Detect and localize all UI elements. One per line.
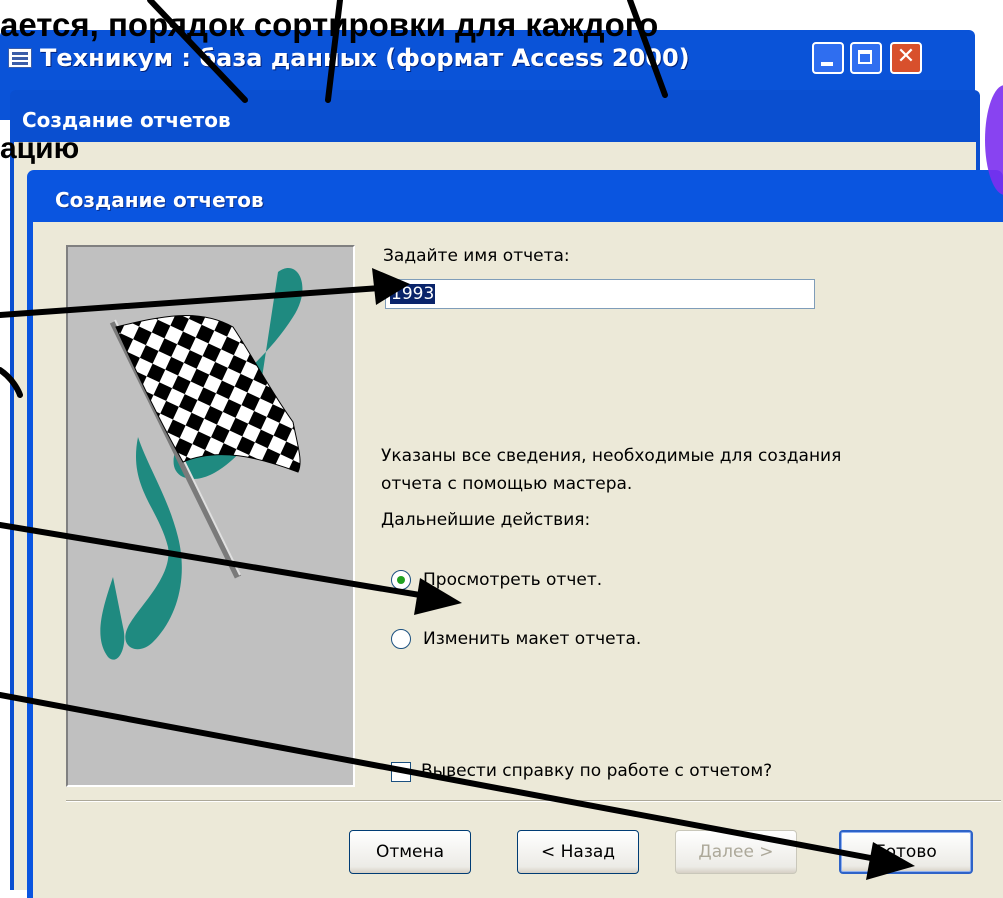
cancel-button[interactable]: Отмена xyxy=(349,830,471,874)
next-actions-label: Дальнейшие действия: xyxy=(381,510,591,530)
minimize-button[interactable] xyxy=(812,42,844,74)
modify-layout-label[interactable]: Изменить макет отчета. xyxy=(423,629,641,649)
checkered-flag-icon xyxy=(100,268,303,660)
preview-report-radio[interactable] xyxy=(391,570,411,590)
background-window-title: Техникум : база данных (формат Access 20… xyxy=(40,44,690,72)
next-button[interactable]: Далее > xyxy=(675,830,797,874)
report-name-input[interactable]: 1993 xyxy=(385,279,815,309)
modify-layout-radio[interactable] xyxy=(391,629,411,649)
maximize-button[interactable] xyxy=(850,42,882,74)
back-button[interactable]: < Назад xyxy=(517,830,639,874)
help-checkbox-label[interactable]: Вывести справку по работе с отчетом? xyxy=(421,761,772,781)
middle-window-title: Создание отчетов xyxy=(22,108,231,132)
report-name-value: 1993 xyxy=(390,284,436,304)
report-name-label: Задайте имя отчета: xyxy=(383,246,570,266)
dialog-title: Создание отчетов xyxy=(55,188,264,212)
help-checkbox[interactable] xyxy=(391,762,411,782)
info-text-line2: отчета с помощью мастера. xyxy=(381,474,633,494)
report-wizard-dialog: Создание отчетов Задайте имя отчета: 199… xyxy=(27,170,1003,898)
separator-line xyxy=(66,800,1001,802)
close-button[interactable]: ✕ xyxy=(890,42,922,74)
database-icon xyxy=(8,48,32,68)
info-text-line1: Указаны все сведения, необходимые для со… xyxy=(381,446,842,466)
preview-report-label[interactable]: Просмотреть отчет. xyxy=(423,570,602,590)
checkered-flag-illustration xyxy=(66,245,355,787)
slide-overlay-top-text: ается, порядок сортировки для каждого xyxy=(0,6,659,43)
slide-overlay-left-text: ацию xyxy=(0,132,80,165)
dialog-body: Задайте имя отчета: 1993 Указаны все све… xyxy=(33,222,1003,898)
finish-button[interactable]: Готово xyxy=(839,830,973,874)
